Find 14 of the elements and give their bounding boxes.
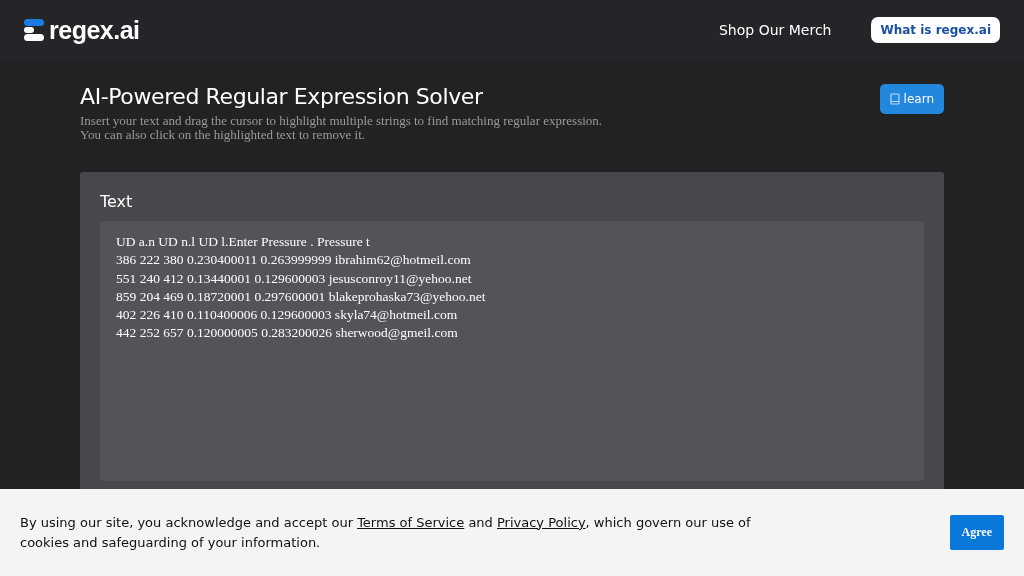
agree-button[interactable]: Agree xyxy=(949,515,1004,550)
privacy-link[interactable]: Privacy Policy xyxy=(497,514,586,530)
logo-text: regex.ai xyxy=(49,15,140,45)
logo-icon xyxy=(24,19,44,41)
text-input[interactable]: UD a.n UD n.l UD l.Enter Pressure . Pressure t 386 222 380 0.230400011 0.263999999 ibrahim62@hotmeil.com 551 240 412 0.13440001 0.129600003 jesusconroy11@yehoo.net 859 204 469 0.18720001 0.297600001 blakeprohaska73@yehoo.net 402 226 410 0.110400006 0.129600003 skyla74@hotmeil.com 442 252 657 0.120000005 0.283200026 sherwood@gmeil.com xyxy=(100,221,924,481)
text-label: Text xyxy=(100,192,134,211)
cookie-notice-text: By using our site, you acknowledge and accept our Terms of Service and Privacy Policy, which govern our use of cookies and safeguarding of your information. xyxy=(20,513,752,552)
nav-link[interactable]: Shop Our Merch xyxy=(719,22,832,38)
page-title: AI-Powered Regular Expression Solver xyxy=(80,84,484,109)
book-icon xyxy=(889,93,900,105)
about-button[interactable]: What is regex.ai xyxy=(871,17,1000,43)
terms-link[interactable]: Terms of Service xyxy=(357,514,465,530)
learn-button[interactable]: learn xyxy=(879,84,944,114)
description-text: Insert your text and drag the cursor to highlight multiple strings to find matching regular expression. You can also click on the highlighted text to remove it. xyxy=(80,114,603,142)
